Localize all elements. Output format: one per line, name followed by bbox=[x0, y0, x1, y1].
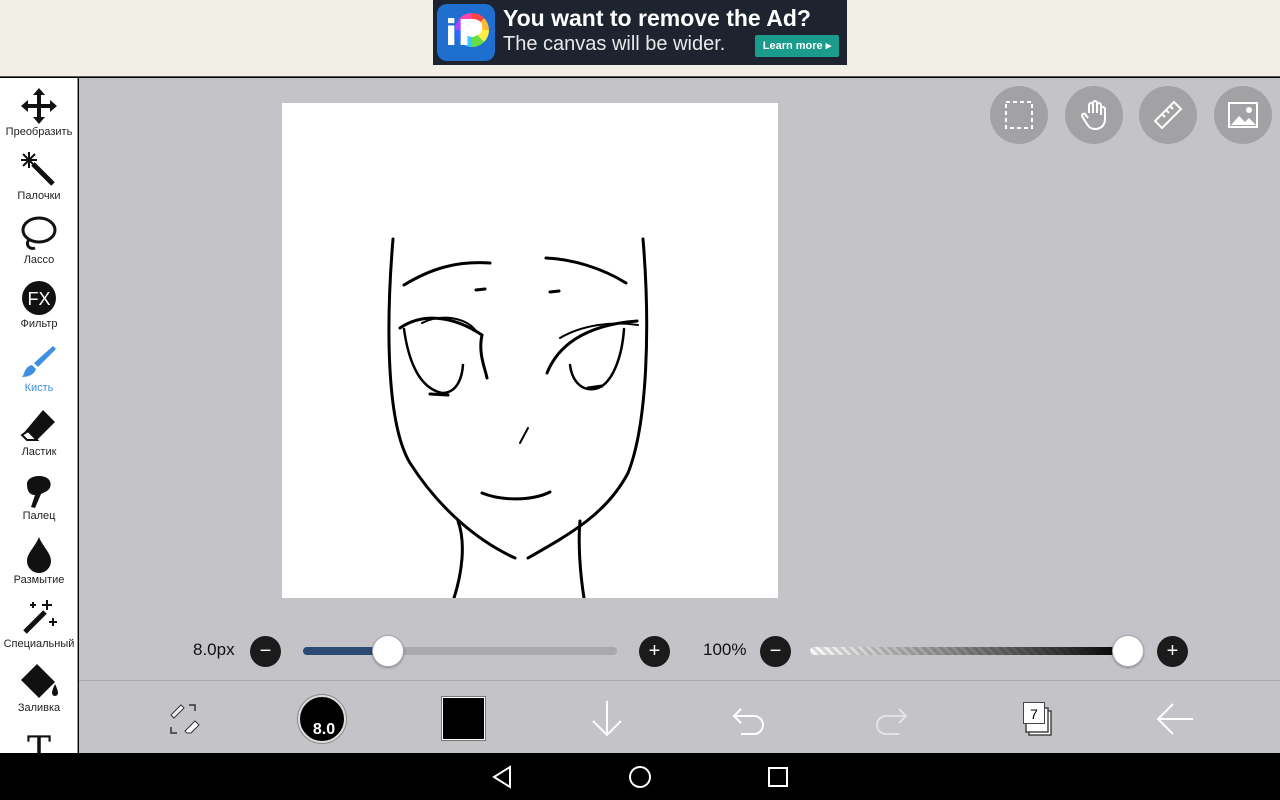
swap-brush-eraser-icon bbox=[170, 704, 200, 734]
tool-label: Специальный bbox=[3, 638, 75, 650]
opacity-plus-button[interactable]: + bbox=[1157, 636, 1188, 667]
fx-icon: FX bbox=[22, 281, 56, 315]
android-nav-bar bbox=[0, 753, 1280, 800]
brush-size-slider[interactable] bbox=[303, 647, 617, 655]
opacity-label: 100% bbox=[703, 640, 747, 659]
nav-recents-icon[interactable] bbox=[767, 766, 789, 788]
nav-home-icon[interactable] bbox=[628, 765, 652, 789]
opacity-thumb[interactable] bbox=[1112, 635, 1144, 667]
tool-lasso[interactable]: Лассо bbox=[0, 206, 77, 270]
tool-sidebar: Преобразить Палочки Лассо FX Фильтр Кист… bbox=[0, 78, 78, 753]
ad-subtitle: The canvas will be wider. bbox=[503, 33, 726, 55]
tool-label: Ластик bbox=[21, 446, 57, 458]
ruler-icon bbox=[1153, 100, 1183, 130]
tool-label: Размытие bbox=[13, 574, 65, 586]
back-arrow-icon bbox=[1156, 703, 1193, 735]
tool-blur[interactable]: Размытие bbox=[0, 526, 77, 590]
brush-icon bbox=[22, 346, 56, 377]
tool-label: Палец bbox=[22, 510, 56, 522]
nav-back-icon[interactable] bbox=[490, 765, 514, 789]
finger-icon bbox=[27, 476, 51, 508]
canvas-workspace[interactable]: 8.0px − + 100% − + bbox=[79, 78, 1280, 680]
ad-title: You want to remove the Ad? bbox=[503, 5, 811, 31]
brush-size-value: 8.0 bbox=[312, 721, 336, 738]
app-root: iP You want to remove the Ad? The canvas… bbox=[0, 0, 1280, 800]
tool-fill[interactable]: Заливка bbox=[0, 654, 77, 718]
tool-label: Преобразить bbox=[5, 126, 73, 138]
reference-image-button[interactable] bbox=[1214, 86, 1272, 144]
magic-wand-icon bbox=[21, 152, 55, 186]
ibispaint-logo: iP bbox=[437, 4, 495, 61]
face-sketch bbox=[387, 237, 649, 598]
tool-label: Заливка bbox=[17, 702, 61, 714]
brush-size-thumb[interactable] bbox=[371, 635, 404, 667]
selection-icon bbox=[1005, 101, 1033, 129]
hand-button[interactable] bbox=[1065, 86, 1123, 144]
brush-size-plus-button[interactable]: + bbox=[639, 636, 670, 667]
brush-size-button[interactable]: 8.0 bbox=[298, 695, 346, 743]
color-swatch-button[interactable] bbox=[442, 697, 485, 740]
opacity-minus-button[interactable]: − bbox=[760, 636, 791, 667]
drawing-canvas[interactable] bbox=[282, 103, 778, 598]
tool-eraser[interactable]: Ластик bbox=[0, 398, 77, 462]
text-icon: T bbox=[27, 730, 51, 753]
redo-icon bbox=[876, 708, 908, 735]
tool-brush[interactable]: Кисть bbox=[0, 334, 77, 398]
ad-banner[interactable]: iP You want to remove the Ad? The canvas… bbox=[433, 0, 847, 65]
tool-magic-wand[interactable]: Палочки bbox=[0, 142, 77, 206]
brush-size-label: 8.0px bbox=[193, 640, 235, 659]
fill-icon bbox=[21, 664, 58, 698]
tool-label: Кисть bbox=[24, 382, 54, 394]
logo-text: iP bbox=[445, 13, 484, 54]
learn-more-button[interactable]: Learn more ▸ bbox=[755, 35, 839, 57]
eraser-icon bbox=[20, 410, 55, 441]
tool-filter[interactable]: FX Фильтр bbox=[0, 270, 77, 334]
tool-special[interactable]: Специальный bbox=[0, 590, 77, 654]
undo-icon bbox=[732, 708, 764, 735]
selection-button[interactable] bbox=[990, 86, 1048, 144]
bottom-toolbar: 8.0 7 bbox=[79, 680, 1280, 753]
brush-size-minus-button[interactable]: − bbox=[250, 636, 281, 667]
layers-count: 7 bbox=[1023, 702, 1045, 724]
tool-label: Фильтр bbox=[20, 318, 58, 330]
opacity-slider[interactable] bbox=[810, 647, 1128, 655]
svg-text:T: T bbox=[27, 730, 51, 753]
hand-icon bbox=[1081, 100, 1106, 131]
ad-bar: iP You want to remove the Ad? The canvas… bbox=[0, 0, 1280, 77]
tool-label: Лассо bbox=[23, 254, 55, 266]
svg-text:FX: FX bbox=[27, 289, 50, 309]
ruler-button[interactable] bbox=[1139, 86, 1197, 144]
download-arrow-icon bbox=[592, 701, 622, 737]
tool-text[interactable]: T bbox=[0, 718, 77, 753]
tool-transform[interactable]: Преобразить bbox=[0, 78, 77, 142]
special-icon bbox=[23, 600, 57, 634]
tool-finger[interactable]: Палец bbox=[0, 462, 77, 526]
image-icon bbox=[1228, 102, 1258, 128]
blur-drop-icon bbox=[27, 537, 51, 573]
lasso-icon bbox=[21, 216, 57, 250]
tool-label: Палочки bbox=[17, 190, 61, 202]
move-icon bbox=[21, 88, 57, 124]
